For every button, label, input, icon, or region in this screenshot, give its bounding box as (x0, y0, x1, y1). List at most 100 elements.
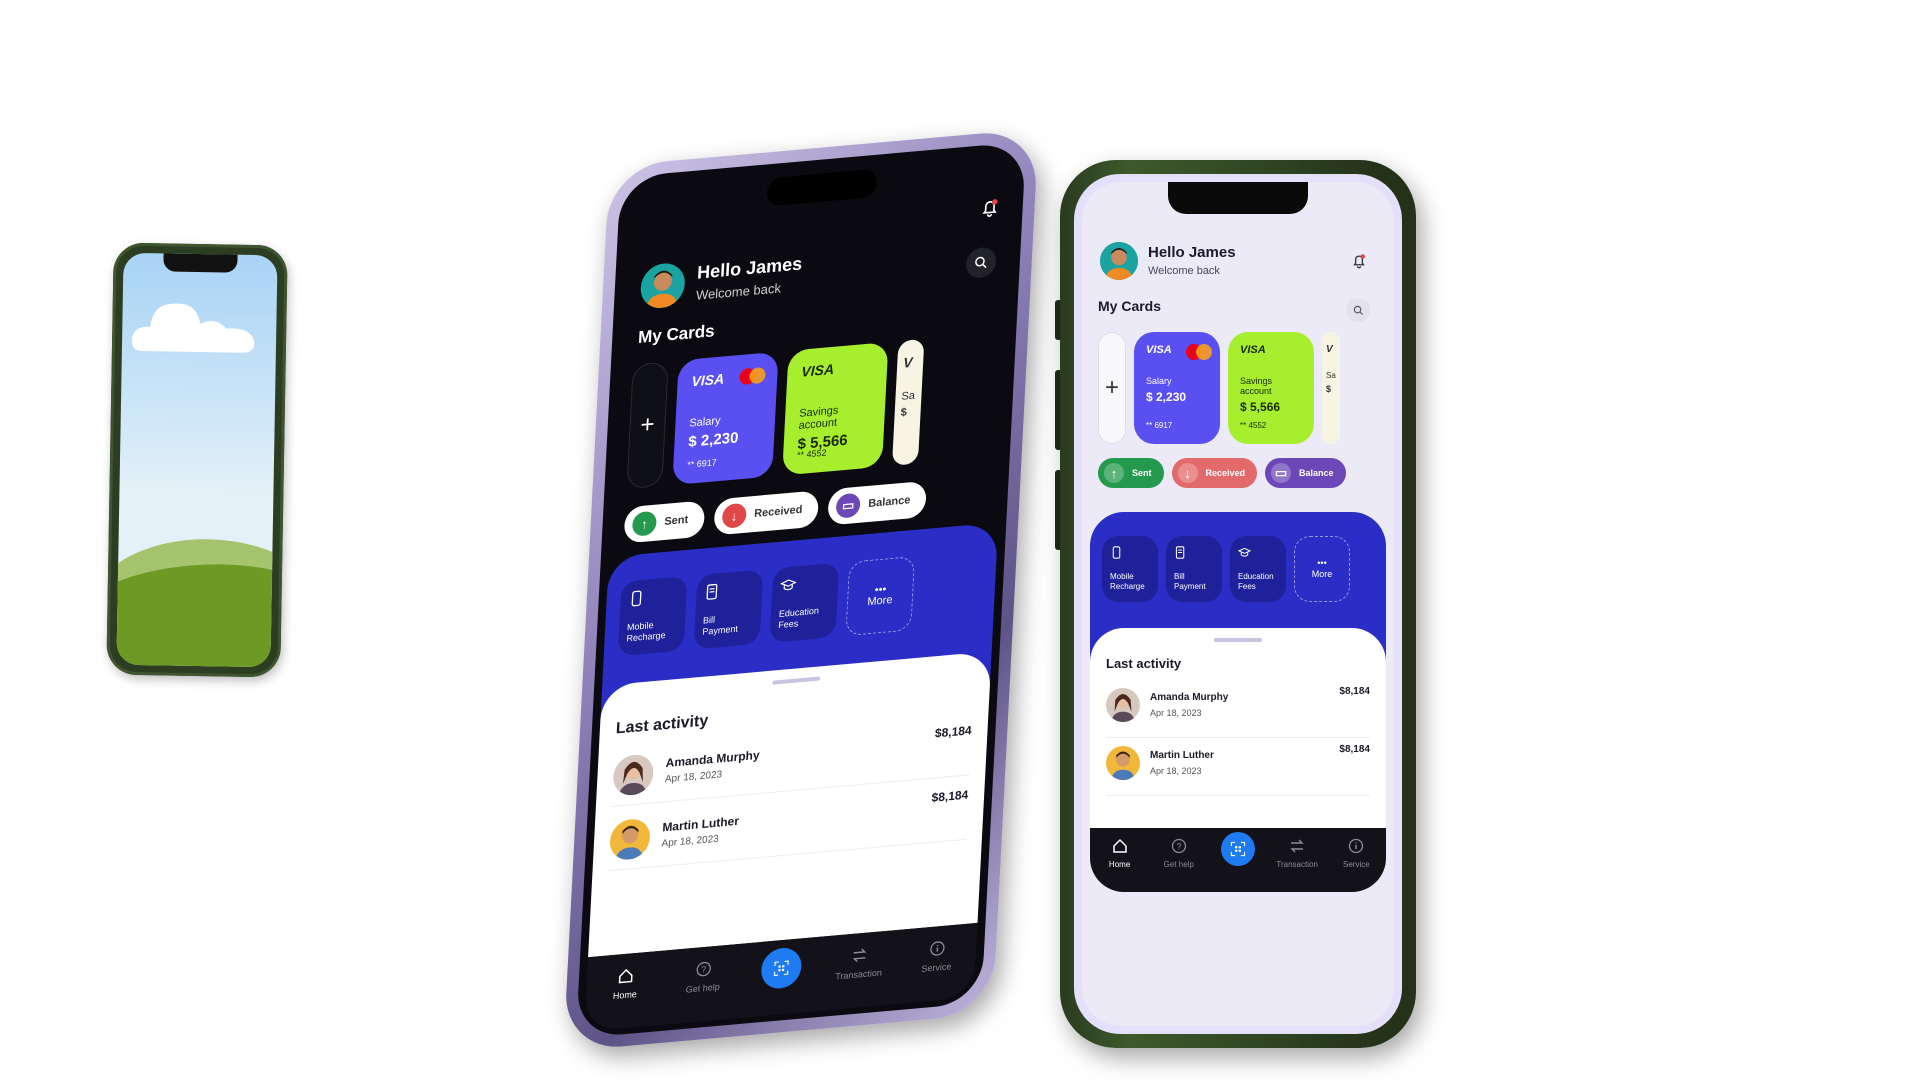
search-button[interactable] (965, 246, 997, 280)
avatar (1106, 746, 1140, 780)
card-amount: $ 2,230 (687, 429, 739, 451)
avatar (608, 817, 651, 862)
wallet-icon: ▭ (1271, 463, 1292, 483)
card-partial[interactable]: V Sa $ (1322, 332, 1340, 444)
card-label: Salary (689, 414, 721, 430)
drag-handle[interactable] (1214, 638, 1262, 642)
service-mobile-recharge[interactable]: Mobile Recharge (1102, 536, 1158, 602)
service-more[interactable]: ••• More (1294, 536, 1350, 602)
contact-name: Martin Luther (662, 813, 740, 835)
drag-handle[interactable] (772, 676, 821, 685)
upload-icon: ↑ (1104, 463, 1124, 483)
card-amount: $ 2,230 (1146, 390, 1187, 404)
scan-button[interactable] (760, 946, 803, 991)
transaction-date: Apr 18, 2023 (661, 833, 720, 850)
dynamic-island (766, 168, 878, 207)
service-more[interactable]: ••• More (845, 555, 916, 637)
last-activity-title: Last activity (615, 712, 709, 738)
mastercard-icon (739, 366, 766, 386)
card-savings[interactable]: VISA Savings account $ 5,566 ** 4552 (1228, 332, 1314, 444)
download-icon: ↓ (1177, 463, 1198, 483)
card-salary[interactable]: VISA Salary $ 2,230 ** 6917 (672, 351, 779, 486)
add-card-button[interactable]: + (1098, 332, 1126, 444)
service-education-fees[interactable]: Education Fees (769, 562, 840, 643)
transaction-amount: $8,184 (1339, 744, 1370, 755)
received-button[interactable]: ↓ Received (713, 490, 820, 536)
header: Hello James Welcome back (1100, 238, 1372, 322)
hill-front (116, 561, 278, 668)
light-app-screen: Hello James Welcome back My Cards + VISA… (1074, 174, 1402, 1034)
received-button[interactable]: ↓ Received (1171, 458, 1258, 488)
card-label: Sa (901, 389, 916, 403)
activity-row[interactable]: Martin Luther Apr 18, 2023 $8,184 (1106, 740, 1370, 796)
service-bill-payment[interactable]: Bill Payment (1166, 536, 1222, 602)
svg-text:?: ? (701, 964, 707, 974)
sent-label: Sent (664, 513, 689, 528)
transaction-amount: $8,184 (931, 787, 969, 805)
greeting: Hello James (1148, 244, 1236, 261)
bottom-nav: Home ? Get help Transaction Service (1090, 828, 1386, 892)
visa-logo: V (1326, 344, 1333, 355)
contact-name: Amanda Murphy (665, 747, 761, 771)
card-salary[interactable]: VISA Salary $ 2,230 ** 6917 (1134, 332, 1220, 444)
service-bill-payment[interactable]: Bill Payment (693, 569, 764, 650)
balance-button[interactable]: ▭ Balance (827, 480, 928, 526)
transaction-date: Apr 18, 2023 (1150, 708, 1202, 718)
card-label: Savings account (1240, 376, 1273, 396)
nav-scan[interactable] (1213, 832, 1263, 866)
nav-scan[interactable] (755, 946, 807, 991)
card-number: ** 4552 (1240, 421, 1267, 430)
notification-bell-icon[interactable] (978, 196, 1001, 220)
card-label: Salary (1146, 376, 1172, 386)
cards-carousel[interactable]: + VISA Salary $ 2,230 ** 6917 VISA Savin… (1098, 332, 1340, 444)
svg-text:?: ? (1176, 842, 1181, 852)
phone-icon (1112, 546, 1121, 559)
search-button[interactable] (1346, 298, 1370, 322)
nav-transaction[interactable]: Transaction (833, 945, 885, 982)
balance-label: Balance (1299, 468, 1334, 478)
card-amount: $ (1326, 384, 1332, 394)
phone-icon (631, 590, 642, 607)
scan-button[interactable] (1220, 832, 1255, 866)
add-card-button[interactable]: + (626, 361, 669, 490)
cards-carousel[interactable]: + VISA Salary $ 2,230 ** 6917 VISA Savin… (626, 338, 925, 490)
contact-name: Martin Luther (1150, 750, 1214, 761)
activity-row[interactable]: Amanda Murphy Apr 18, 2023 $8,184 (1106, 682, 1370, 738)
mastercard-icon (1186, 344, 1212, 360)
transaction-amount: $8,184 (934, 723, 973, 741)
dots-icon: ••• (1317, 558, 1327, 568)
cloud-icon (131, 303, 255, 353)
nav-service[interactable]: Service (911, 938, 963, 975)
avatar[interactable] (1100, 242, 1138, 280)
transfer-icon (852, 948, 867, 963)
avatar (612, 753, 655, 797)
service-education-fees[interactable]: Education Fees (1230, 536, 1286, 602)
notification-bell-icon[interactable] (1350, 252, 1368, 270)
nav-get-help[interactable]: ? Get help (1154, 838, 1204, 869)
quick-actions: ↑ Sent ↓ Received ▭ Balance (1098, 458, 1346, 488)
received-label: Received (1205, 468, 1246, 478)
nav-get-help[interactable]: ? Get help (678, 959, 730, 996)
service-mobile-recharge[interactable]: Mobile Recharge (617, 575, 688, 657)
activity-panel: Last activity Amanda Murphy Apr 18, 2023… (588, 651, 992, 958)
wallet-icon: ▭ (835, 492, 861, 519)
card-savings[interactable]: VISA Savings account $ 5,566 ** 4552 (782, 341, 889, 476)
sent-button[interactable]: ↑ Sent (1098, 458, 1164, 488)
visa-logo: VISA (801, 360, 835, 380)
bill-icon (1175, 546, 1185, 559)
notch (163, 253, 238, 273)
balance-button[interactable]: ▭ Balance (1265, 458, 1346, 488)
dark-app-screen: Hello James Welcome back My Cards + VISA… (575, 141, 1027, 1039)
nav-service[interactable]: Service (1331, 838, 1381, 869)
welcome-subtitle: Welcome back (1148, 265, 1220, 277)
nav-home[interactable]: Home (1095, 838, 1145, 869)
nav-home[interactable]: Home (600, 966, 652, 1003)
nav-transaction[interactable]: Transaction (1272, 838, 1322, 869)
card-number: ** 6917 (686, 457, 717, 470)
sent-button[interactable]: ↑ Sent (623, 500, 706, 544)
info-icon (930, 941, 945, 956)
card-label: Sa (1326, 371, 1336, 380)
card-partial[interactable]: V Sa $ (891, 338, 925, 466)
avatar[interactable] (639, 261, 686, 310)
card-label: Savings account (798, 404, 839, 433)
